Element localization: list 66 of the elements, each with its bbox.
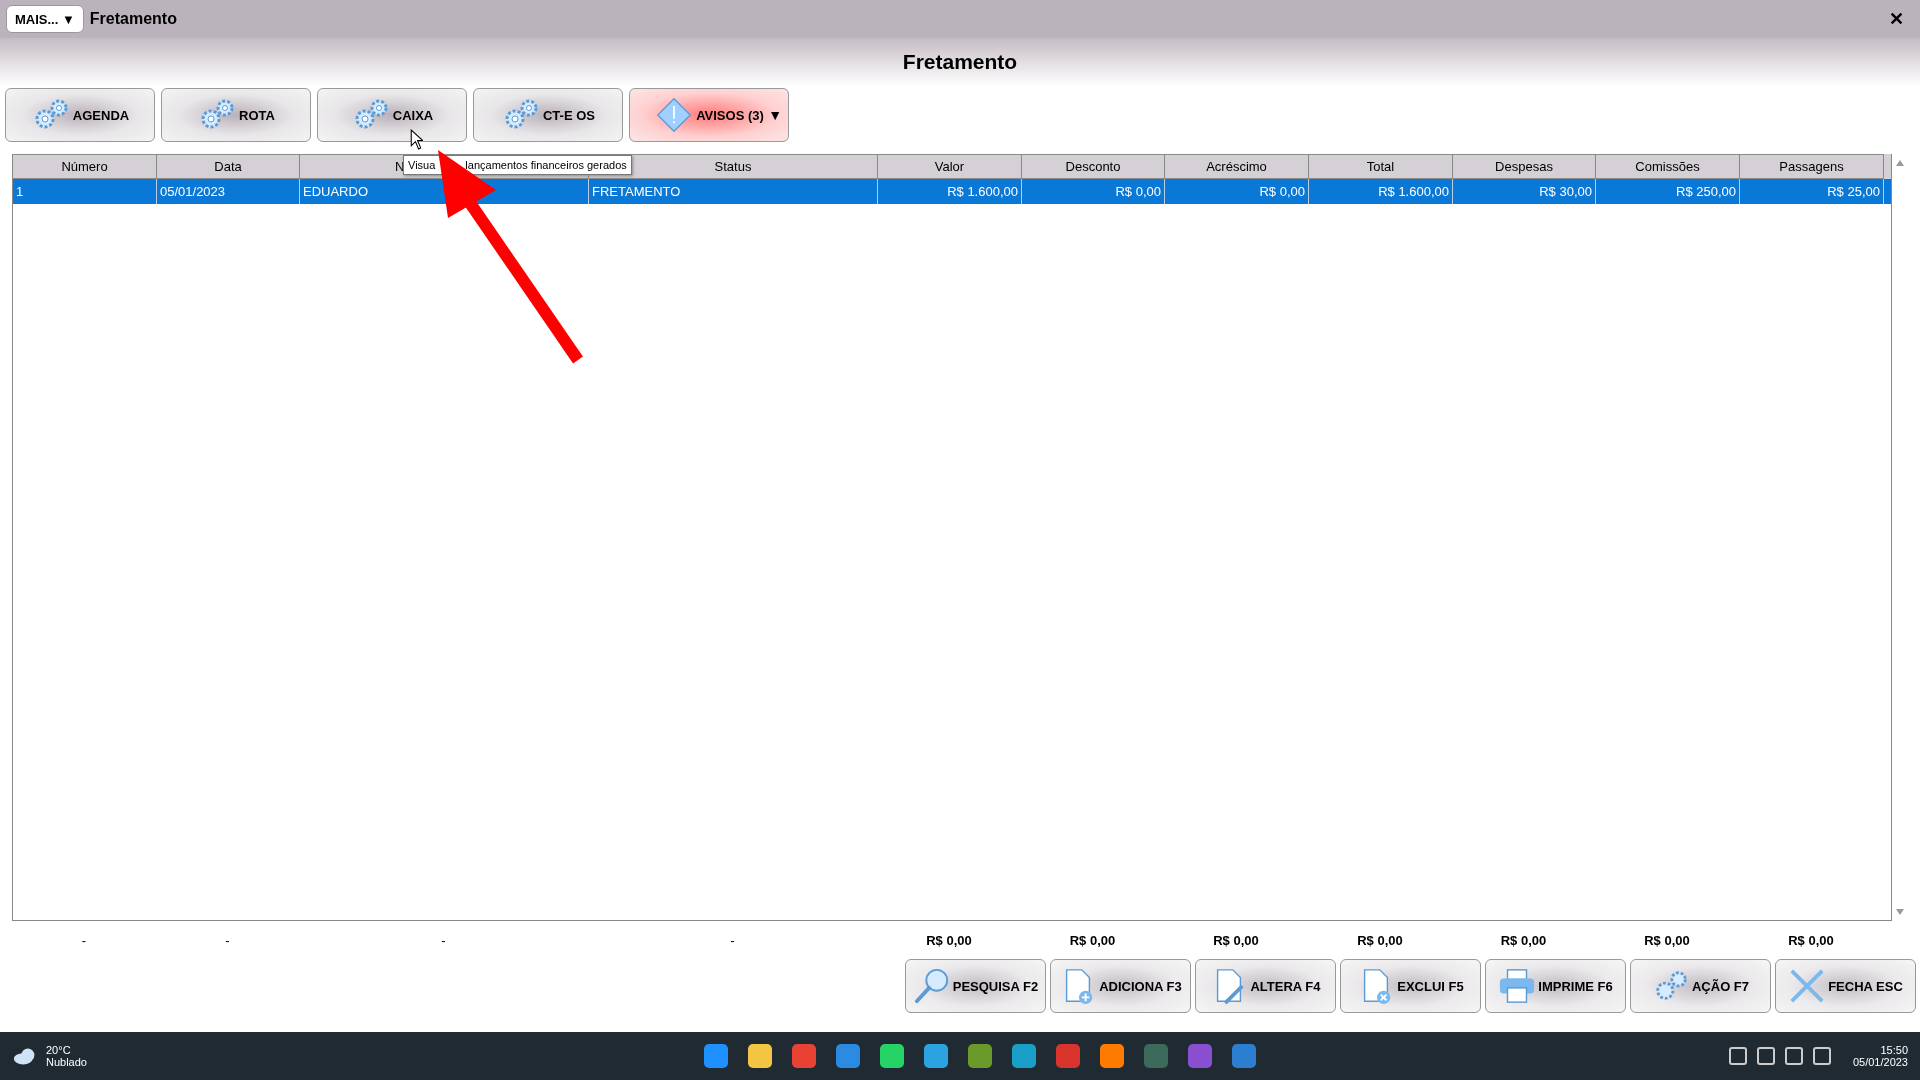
column-header[interactable]: Valor [934, 159, 965, 174]
footer-button[interactable]: ALTERA F4 [1195, 959, 1336, 1013]
total-value: - [441, 933, 446, 950]
toolbar-button[interactable]: CAIXA [317, 88, 467, 142]
total-value: - [730, 933, 735, 950]
mouse-cursor-icon [410, 129, 423, 150]
footer-button[interactable]: ADICIONA F3 [1050, 959, 1191, 1013]
total-value: R$ 0,00 [1069, 933, 1116, 950]
total-value: R$ 0,00 [1500, 933, 1547, 950]
taskbar-app-icon[interactable] [924, 1044, 949, 1068]
temperature: 20°C [46, 1044, 72, 1056]
taskbar-app-icon[interactable] [792, 1044, 817, 1068]
table-cell: R$ 250,00 [1596, 179, 1740, 204]
column-header[interactable]: Data [214, 159, 242, 174]
table-cell: R$ 0,00 [1022, 179, 1165, 204]
footer-button[interactable]: AÇÃO F7 [1630, 959, 1771, 1013]
footer-button[interactable]: IMPRIME F6 [1485, 959, 1626, 1013]
table-row[interactable]: 1 05/01/2023 EDUARDO FRETAMENTO R$ 1.600,00 R$ 0,00 R$ 0,00 R$ 1.600,00 R$ 30,00 R$ 250,00 R$ 25,00 [13, 179, 1891, 204]
tooltip-text: Visua [408, 159, 436, 171]
table-cell: R$ 25,00 [1740, 179, 1884, 204]
toolbar-button[interactable]: AGENDA [5, 88, 155, 142]
tray-icon[interactable] [1728, 1047, 1747, 1065]
taskbar-app-icon[interactable] [836, 1044, 861, 1068]
taskbar-app-icon[interactable] [1012, 1044, 1037, 1068]
page-title: Fretamento [0, 38, 1920, 86]
table-cell: R$ 0,00 [1165, 179, 1309, 204]
column-header[interactable]: Total [1366, 159, 1395, 174]
table-cell: R$ 1.600,00 [1309, 179, 1453, 204]
clock-date: 05/01/2023 [1852, 1056, 1908, 1068]
close-button[interactable]: ✕ [1879, 8, 1914, 30]
column-header[interactable]: Status [714, 159, 752, 174]
taskbar-app-icon[interactable] [704, 1044, 729, 1068]
column-header[interactable]: Número [61, 159, 108, 174]
total-value: R$ 0,00 [1357, 933, 1403, 950]
tray-icon[interactable] [1756, 1047, 1775, 1065]
footer-button[interactable]: PESQUISA F2 [905, 959, 1046, 1013]
total-value: R$ 0,00 [926, 933, 972, 950]
more-menu-button[interactable]: MAIS... ▼ [6, 5, 84, 33]
clock-time: 15:50 [1880, 1044, 1908, 1056]
taskbar-app-icon[interactable] [748, 1044, 773, 1068]
total-value: - [225, 933, 230, 950]
table-cell: R$ 30,00 [1453, 179, 1596, 204]
toolbar-button[interactable]: ROTA [161, 88, 311, 142]
tray-icon[interactable] [1812, 1047, 1831, 1065]
footer-button[interactable]: FECHA ESC [1775, 959, 1916, 1013]
total-value: R$ 0,00 [1788, 933, 1834, 950]
table-cell: FRETAMENTO [589, 179, 878, 204]
footer-button[interactable]: EXCLUI F5 [1340, 959, 1481, 1013]
total-value: R$ 0,00 [1644, 933, 1690, 950]
tray-icon[interactable] [1784, 1047, 1803, 1065]
table-cell: R$ 1.600,00 [878, 179, 1022, 204]
total-value: R$ 0,00 [1213, 933, 1259, 950]
column-header[interactable]: N [395, 159, 405, 174]
weather-label: Nublado [46, 1056, 87, 1068]
taskbar-app-icon[interactable] [968, 1044, 993, 1068]
table-cell: 05/01/2023 [157, 179, 300, 204]
window-title: Fretamento [89, 10, 177, 28]
total-value: - [81, 933, 87, 950]
table-cell: 1 [13, 179, 157, 204]
toolbar-button[interactable]: CT-E OS [473, 88, 623, 142]
search-icon [912, 967, 951, 1005]
tooltip-text: lançamentos financeiros gerados [465, 159, 627, 171]
taskbar-app-icon[interactable] [880, 1044, 905, 1068]
taskbar-app-icon[interactable] [1100, 1044, 1125, 1068]
printer-icon [1498, 967, 1537, 1005]
toolbar-button[interactable]: AVISOS (3) ▼ [629, 88, 789, 142]
